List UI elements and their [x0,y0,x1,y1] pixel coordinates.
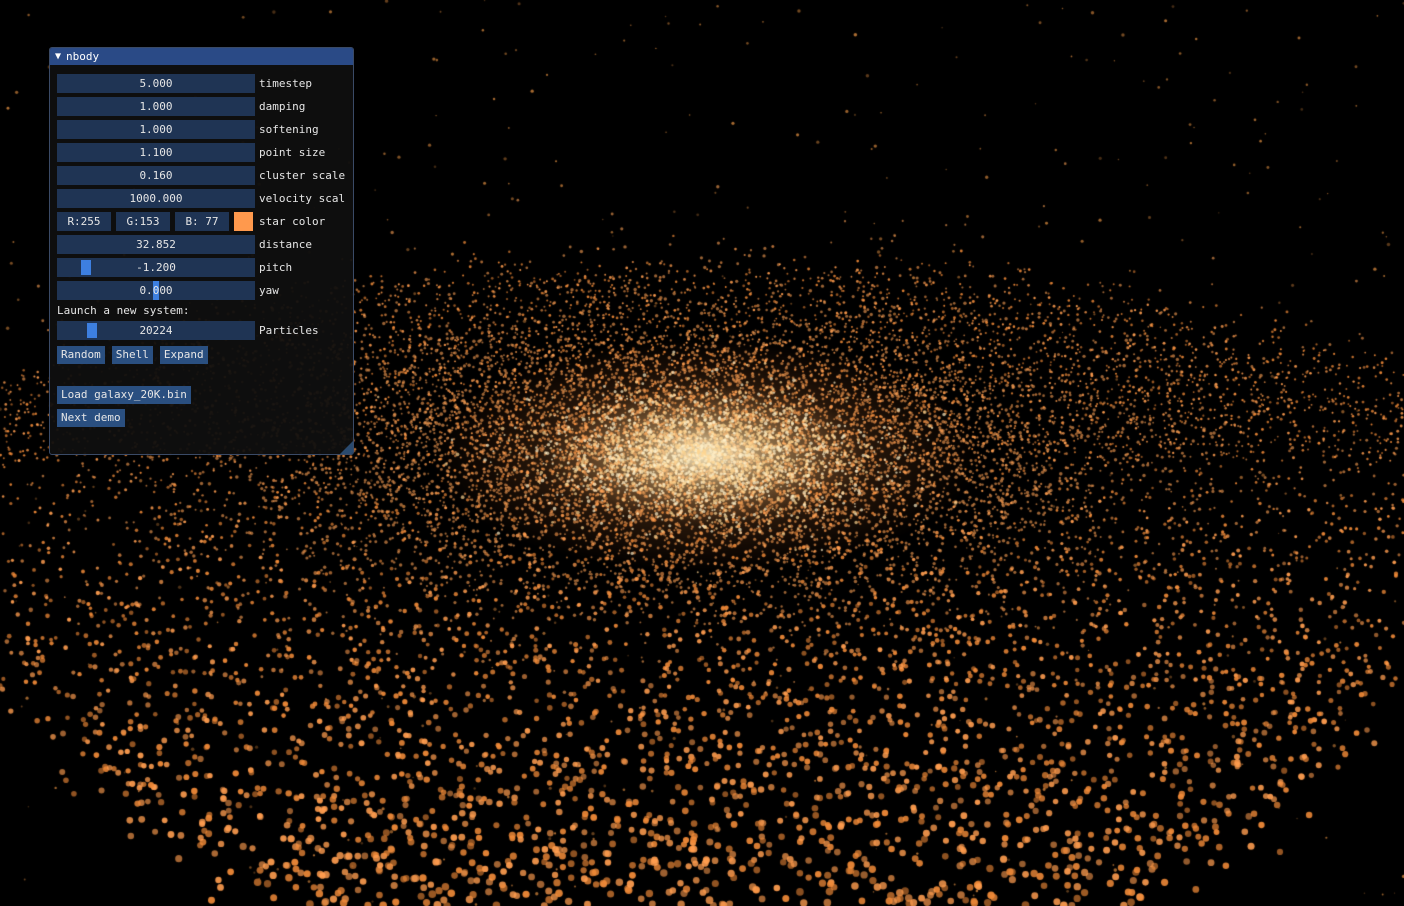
softening-drag-field[interactable]: 1.000 [57,120,255,139]
yaw-slider[interactable]: 0.000 [57,281,255,300]
point-size-row: 1.100 point size [57,143,325,162]
cluster-scale-drag-field[interactable]: 0.160 [57,166,255,185]
timestep-label: timestep [259,77,312,90]
load-row: Load galaxy_20K.bin [57,385,198,404]
softening-label: softening [259,123,319,136]
pitch-label: pitch [259,261,293,274]
yaw-label: yaw [259,284,279,297]
point-size-drag-field[interactable]: 1.100 [57,143,255,162]
star-color-components: R:255 G:153 B: 77 [57,212,255,231]
damping-label: damping [259,100,306,113]
nbody-window[interactable]: ▼ nbody 5.000 timestep 1.000 damping 1.0… [49,47,354,455]
distance-label: distance [259,238,312,251]
timestep-drag-field[interactable]: 5.000 [57,74,255,93]
star-color-red-field[interactable]: R:255 [57,212,111,231]
distance-drag-field[interactable]: 32.852 [57,235,255,254]
particles-label: Particles [259,324,319,337]
expand-button[interactable]: Expand [159,345,208,364]
launch-heading: Launch a new system: [57,304,190,317]
load-galaxy-button[interactable]: Load galaxy_20K.bin [57,385,191,404]
damping-drag-field[interactable]: 1.000 [57,97,255,116]
velocity-scale-label: velocity scal [259,192,346,205]
velocity-scale-row: 1000.000 velocity scal [57,189,345,208]
cluster-scale-row: 0.160 cluster scale [57,166,345,185]
star-color-green-field[interactable]: G:153 [116,212,170,231]
next-demo-row: Next demo [57,408,132,427]
point-size-label: point size [259,146,326,159]
star-color-label: star color [259,215,326,228]
pitch-row: -1.200 pitch [57,258,292,277]
distance-row: 32.852 distance [57,235,312,254]
yaw-row: 0.000 yaw [57,281,279,300]
resize-grip-icon[interactable] [340,441,353,454]
star-color-blue-field[interactable]: B: 77 [175,212,229,231]
random-button[interactable]: Random [57,345,105,364]
particles-row: 20224 Particles [57,321,319,340]
shell-button[interactable]: Shell [111,345,153,364]
window-title-bar[interactable]: ▼ nbody [50,48,353,65]
cluster-scale-label: cluster scale [259,169,346,182]
velocity-scale-drag-field[interactable]: 1000.000 [57,189,255,208]
softening-row: 1.000 softening [57,120,319,139]
pitch-slider-grab[interactable] [81,260,91,275]
timestep-row: 5.000 timestep [57,74,312,93]
particles-slider[interactable]: 20224 [57,321,255,340]
pitch-slider[interactable]: -1.200 [57,258,255,277]
star-color-swatch[interactable] [234,212,253,231]
damping-row: 1.000 damping [57,97,305,116]
star-color-row: R:255 G:153 B: 77 star color [57,212,325,231]
collapse-arrow-icon[interactable]: ▼ [55,48,61,65]
next-demo-button[interactable]: Next demo [57,408,125,427]
window-title: nbody [66,50,100,63]
launch-buttons-row: Random Shell Expand [57,345,215,364]
particles-slider-grab[interactable] [87,323,97,338]
